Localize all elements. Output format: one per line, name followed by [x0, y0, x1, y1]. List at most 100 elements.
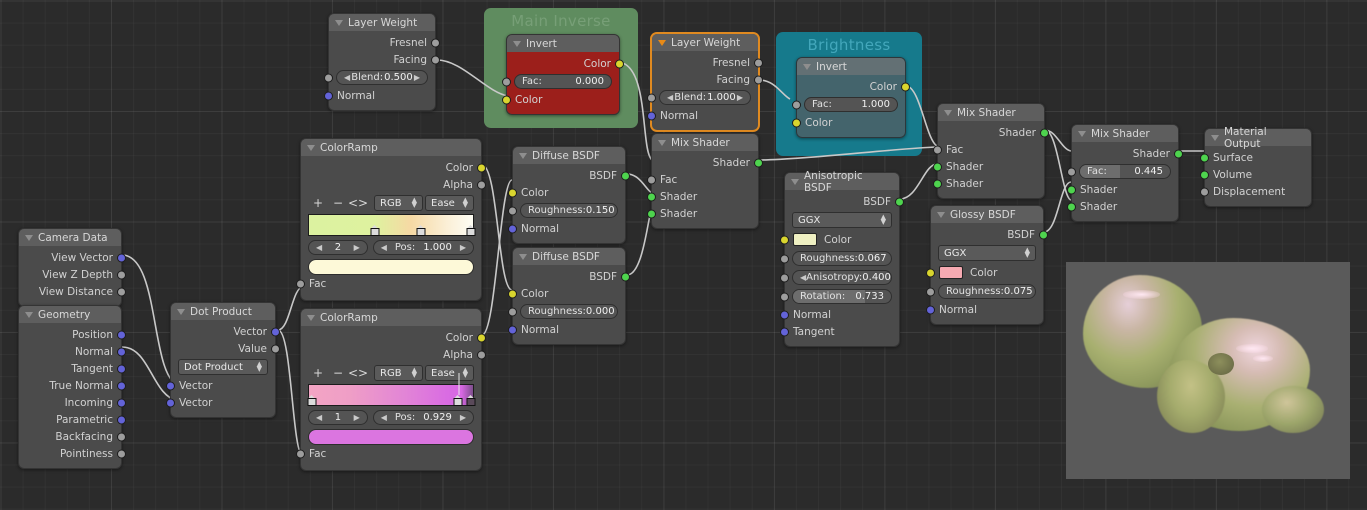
socket-yellow[interactable]	[901, 82, 910, 91]
value-slider[interactable]: Roughness: 0.067	[792, 251, 892, 266]
socket-blue[interactable]	[117, 347, 126, 356]
collapse-triangle-icon[interactable]	[177, 308, 185, 315]
socket-gray[interactable]	[933, 145, 942, 154]
socket-green[interactable]	[1174, 149, 1183, 158]
collapse-triangle-icon[interactable]	[519, 253, 527, 260]
socket-gray[interactable]	[324, 73, 333, 82]
color-mode-dropdown[interactable]: RGB ▲ ▼	[374, 365, 423, 381]
stop-index-stepper[interactable]: ◀ 1 ▶	[308, 409, 368, 425]
collapse-triangle-icon[interactable]	[658, 139, 666, 146]
flip-ramp-icon[interactable]: <>	[348, 366, 368, 380]
socket-green[interactable]	[1039, 230, 1048, 239]
node-layer-weight-2[interactable]: Layer Weight Fresnel Facing ◀ Blend: 1.0…	[647, 33, 763, 131]
socket-gray[interactable]	[296, 449, 305, 458]
colorramp-stop-handle[interactable]	[466, 395, 476, 406]
socket-gray[interactable]	[117, 287, 126, 296]
socket-gray[interactable]	[647, 175, 656, 184]
socket-yellow[interactable]	[615, 59, 624, 68]
socket-gray[interactable]	[117, 432, 126, 441]
node-layer-weight-1[interactable]: Layer Weight Fresnel Facing ◀ Blend: 0.5…	[324, 13, 440, 111]
socket-gray[interactable]	[754, 75, 763, 84]
socket-gray[interactable]	[780, 273, 789, 282]
socket-gray[interactable]	[508, 206, 517, 215]
node-colorramp-1[interactable]: ColorRamp Color Alpha + − <> RGB ▲ ▼ Ease…	[296, 138, 486, 301]
value-slider[interactable]: Roughness: 0.000	[520, 304, 618, 319]
collapse-triangle-icon[interactable]	[307, 314, 315, 321]
collapse-triangle-icon[interactable]	[1078, 130, 1086, 137]
socket-blue[interactable]	[117, 415, 126, 424]
socket-yellow[interactable]	[477, 333, 486, 342]
socket-gray[interactable]	[431, 55, 440, 64]
socket-green[interactable]	[1067, 185, 1076, 194]
socket-gray[interactable]	[508, 307, 517, 316]
socket-gray[interactable]	[780, 292, 789, 301]
collapse-triangle-icon[interactable]	[25, 234, 33, 241]
node-camera-data[interactable]: Camera Data View Vector View Z Depth Vie…	[18, 228, 126, 307]
socket-gray[interactable]	[926, 287, 935, 296]
collapse-triangle-icon[interactable]	[307, 144, 315, 151]
add-stop-icon[interactable]: +	[308, 366, 328, 380]
selected-stop-color-swatch[interactable]	[308, 429, 474, 445]
node-header[interactable]: Layer Weight	[329, 14, 435, 31]
node-header[interactable]: Diffuse BSDF	[513, 248, 625, 265]
socket-blue[interactable]	[647, 111, 656, 120]
socket-yellow[interactable]	[780, 235, 789, 244]
node-mix-shader-1[interactable]: Mix Shader Shader Fac Shader Shader	[647, 133, 763, 229]
colorramp-stop-handle[interactable]	[370, 225, 380, 236]
node-header[interactable]: Material Output	[1205, 126, 1311, 150]
socket-blue[interactable]	[926, 305, 935, 314]
node-header[interactable]: Mix Shader	[652, 134, 758, 151]
add-stop-icon[interactable]: +	[308, 196, 328, 210]
node-header[interactable]: Diffuse BSDF	[513, 147, 625, 164]
socket-yellow[interactable]	[926, 268, 935, 277]
socket-green[interactable]	[647, 209, 656, 218]
socket-blue[interactable]	[117, 398, 126, 407]
socket-blue[interactable]	[117, 253, 126, 262]
colorramp-stop-handle[interactable]	[416, 225, 426, 236]
socket-blue[interactable]	[508, 325, 517, 334]
colorramp-gradient[interactable]	[307, 373, 476, 406]
node-invert-main-inverse[interactable]: Invert Color Fac: 0.000 Color	[502, 34, 624, 115]
node-dot-product[interactable]: Dot Product Vector Value Dot Product ▲ ▼ …	[166, 302, 280, 418]
node-geometry[interactable]: Geometry Position Normal Tangent True No…	[18, 305, 126, 469]
color-swatch[interactable]	[939, 266, 963, 279]
socket-gray[interactable]	[117, 449, 126, 458]
socket-blue[interactable]	[780, 310, 789, 319]
socket-blue[interactable]	[166, 381, 175, 390]
collapse-triangle-icon[interactable]	[937, 211, 945, 218]
colorramp-stop-handle[interactable]	[307, 395, 317, 406]
socket-gray[interactable]	[647, 93, 656, 102]
socket-green[interactable]	[1200, 153, 1209, 162]
socket-green[interactable]	[933, 179, 942, 188]
node-header[interactable]: ColorRamp	[301, 309, 481, 326]
socket-gray[interactable]	[1200, 187, 1209, 196]
node-header[interactable]: Anisotropic BSDF	[785, 170, 899, 194]
socket-gray[interactable]	[792, 100, 801, 109]
socket-green[interactable]	[621, 171, 630, 180]
node-glossy-bsdf[interactable]: Glossy BSDF BSDF GGX ▲ ▼ Color Roughness:…	[926, 205, 1048, 325]
colorramp-stop-handle[interactable]	[466, 225, 476, 236]
remove-stop-icon[interactable]: −	[328, 196, 348, 210]
value-slider[interactable]: Roughness: 0.150	[520, 203, 618, 218]
value-slider[interactable]: ◀ Blend: 1.000 ▶	[659, 90, 751, 105]
socket-yellow[interactable]	[792, 118, 801, 127]
collapse-triangle-icon[interactable]	[335, 19, 343, 26]
socket-green[interactable]	[1200, 170, 1209, 179]
socket-gray[interactable]	[477, 180, 486, 189]
collapse-triangle-icon[interactable]	[803, 63, 811, 70]
collapse-triangle-icon[interactable]	[25, 311, 33, 318]
value-slider[interactable]: Rotation: 0.733	[792, 289, 892, 304]
node-diffuse-bsdf-1[interactable]: Diffuse BSDF BSDF Color Roughness: 0.150…	[508, 146, 630, 244]
interpolation-dropdown[interactable]: Ease ▲ ▼	[425, 365, 474, 381]
node-header[interactable]: Mix Shader	[938, 104, 1044, 121]
stop-position-slider[interactable]: ◀ Pos: 1.000 ▶	[372, 239, 474, 255]
socket-blue[interactable]	[117, 364, 126, 373]
socket-gray[interactable]	[502, 77, 511, 86]
node-header[interactable]: Layer Weight	[652, 34, 758, 51]
socket-yellow[interactable]	[508, 188, 517, 197]
color-mode-dropdown[interactable]: RGB ▲ ▼	[374, 195, 423, 211]
socket-blue[interactable]	[508, 224, 517, 233]
socket-yellow[interactable]	[502, 95, 511, 104]
collapse-triangle-icon[interactable]	[658, 39, 666, 46]
colorramp-stop-handle[interactable]	[453, 373, 463, 406]
